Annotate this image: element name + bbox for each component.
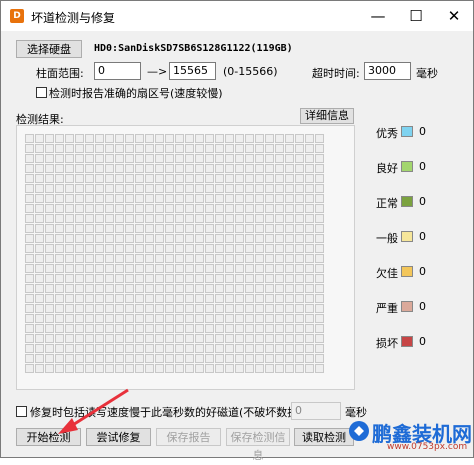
watermark-logo-icon	[349, 421, 369, 441]
annotation-arrow-icon	[58, 388, 129, 434]
watermark-url: www.0753px.com	[387, 442, 468, 452]
